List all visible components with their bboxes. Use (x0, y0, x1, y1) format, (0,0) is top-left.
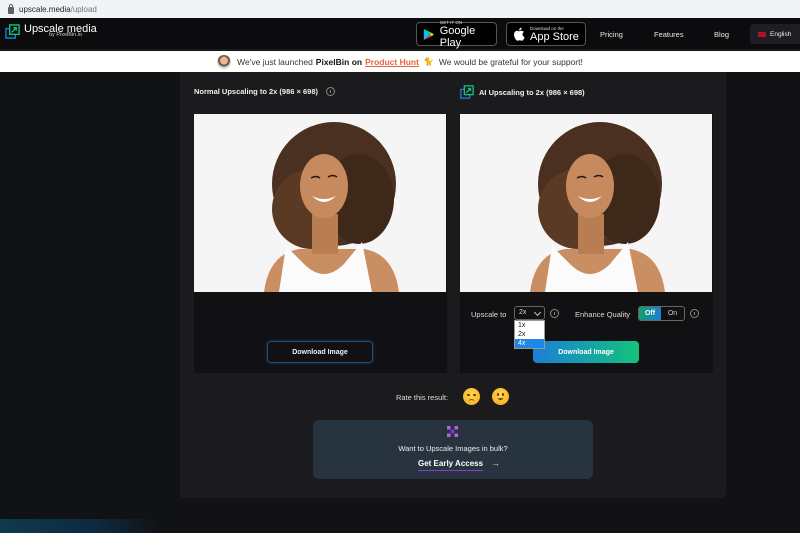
upscale-select[interactable]: 2x (514, 306, 545, 320)
upscale-option-2x[interactable]: 2x (515, 330, 544, 339)
upscale-option-1x[interactable]: 1x (515, 321, 544, 330)
happy-eye-icon (502, 393, 504, 396)
url-path: /upload (70, 4, 97, 14)
language-selector[interactable]: English (750, 24, 800, 44)
rate-happy-button[interactable] (492, 388, 509, 405)
uk-flag-icon (758, 31, 766, 37)
happy-face-icon (497, 398, 504, 401)
toggle-off-option[interactable]: Off (639, 307, 661, 320)
sad-face-icon (468, 399, 475, 401)
sad-eye-icon (473, 394, 476, 396)
enhance-info-icon[interactable] (690, 309, 699, 318)
upscale-to-label: Upscale to (471, 310, 507, 319)
upscale-dropdown: 1x 2x 4x (514, 320, 545, 349)
get-early-access-link[interactable]: Get Early Access (418, 459, 484, 471)
bulk-grid-icon (447, 426, 458, 437)
banner-brand: PixelBin on (315, 56, 363, 67)
google-play-button[interactable]: GET IT ON Google Play (416, 20, 497, 49)
top-navbar: Upscale media by PixelBin.io GET IT ON G… (0, 18, 800, 50)
ai-upscale-title: AI Upscaling to 2x (986 × 698) (460, 85, 585, 99)
normal-upscaled-image (194, 114, 446, 292)
browser-url-bar[interactable]: upscale.media/upload (0, 0, 800, 18)
enhance-quality-toggle[interactable]: Off On (638, 306, 685, 321)
upscale-info-icon[interactable] (550, 309, 559, 318)
cat-emoji-icon: 🐈 (423, 57, 434, 66)
upscale-option-4x[interactable]: 4x (515, 339, 544, 348)
toggle-on-option[interactable]: On (661, 307, 684, 320)
normal-upscale-title-text: Normal Upscaling to 2x (986 × 698) (194, 87, 319, 96)
product-hunt-link[interactable]: Product Hunt (365, 57, 419, 67)
announcement-banner: We've just launched PixelBin on Product … (0, 51, 800, 72)
chevron-down-icon (533, 308, 542, 317)
enhance-quality-label: Enhance Quality (575, 310, 631, 319)
app-store-big-text: App Store (530, 30, 579, 43)
apple-icon (514, 27, 525, 41)
ai-upscale-title-text: AI Upscaling to 2x (986 × 698) (479, 87, 585, 97)
left-background (0, 72, 180, 533)
banner-text-after: We would be grateful for your support! (438, 56, 583, 67)
happy-eye-icon (497, 393, 499, 396)
lock-icon (8, 3, 14, 14)
logo-subtitle: by PixelBin.io (49, 32, 83, 38)
rate-label: Rate this result: (396, 393, 449, 402)
normal-upscale-panel (194, 114, 447, 373)
upscale-select-value: 2x (519, 309, 527, 316)
nav-link-features[interactable]: Features (654, 30, 684, 39)
banner-text-before: We've just launched (237, 56, 313, 67)
sad-eye-icon (467, 394, 470, 396)
upscale-logo-icon (5, 24, 20, 39)
rate-sad-button[interactable] (463, 388, 480, 405)
ai-upscale-icon (460, 85, 474, 99)
google-play-icon (423, 28, 434, 40)
nav-link-pricing[interactable]: Pricing (600, 30, 623, 39)
arrow-right-icon[interactable]: → (491, 458, 500, 468)
bulk-upscale-text: Want to Upscale Images in bulk? (398, 444, 508, 453)
google-play-big-text: Google Play (439, 24, 476, 49)
founder-avatar (217, 54, 232, 69)
normal-upscale-title: Normal Upscaling to 2x (986 × 698) (194, 87, 336, 96)
app-store-button[interactable]: Download on the App Store (506, 22, 586, 46)
url-domain: upscale.media (19, 4, 71, 14)
language-label: English (770, 30, 792, 38)
download-normal-button[interactable]: Download Image (267, 341, 373, 363)
download-ai-button[interactable]: Download Image (533, 341, 639, 363)
ai-upscaled-image (460, 114, 712, 292)
url-text[interactable]: upscale.media/upload (19, 5, 97, 14)
info-icon[interactable] (326, 87, 336, 96)
background-glow (0, 519, 160, 533)
nav-link-blog[interactable]: Blog (714, 30, 729, 39)
ai-upscale-panel (460, 114, 713, 373)
